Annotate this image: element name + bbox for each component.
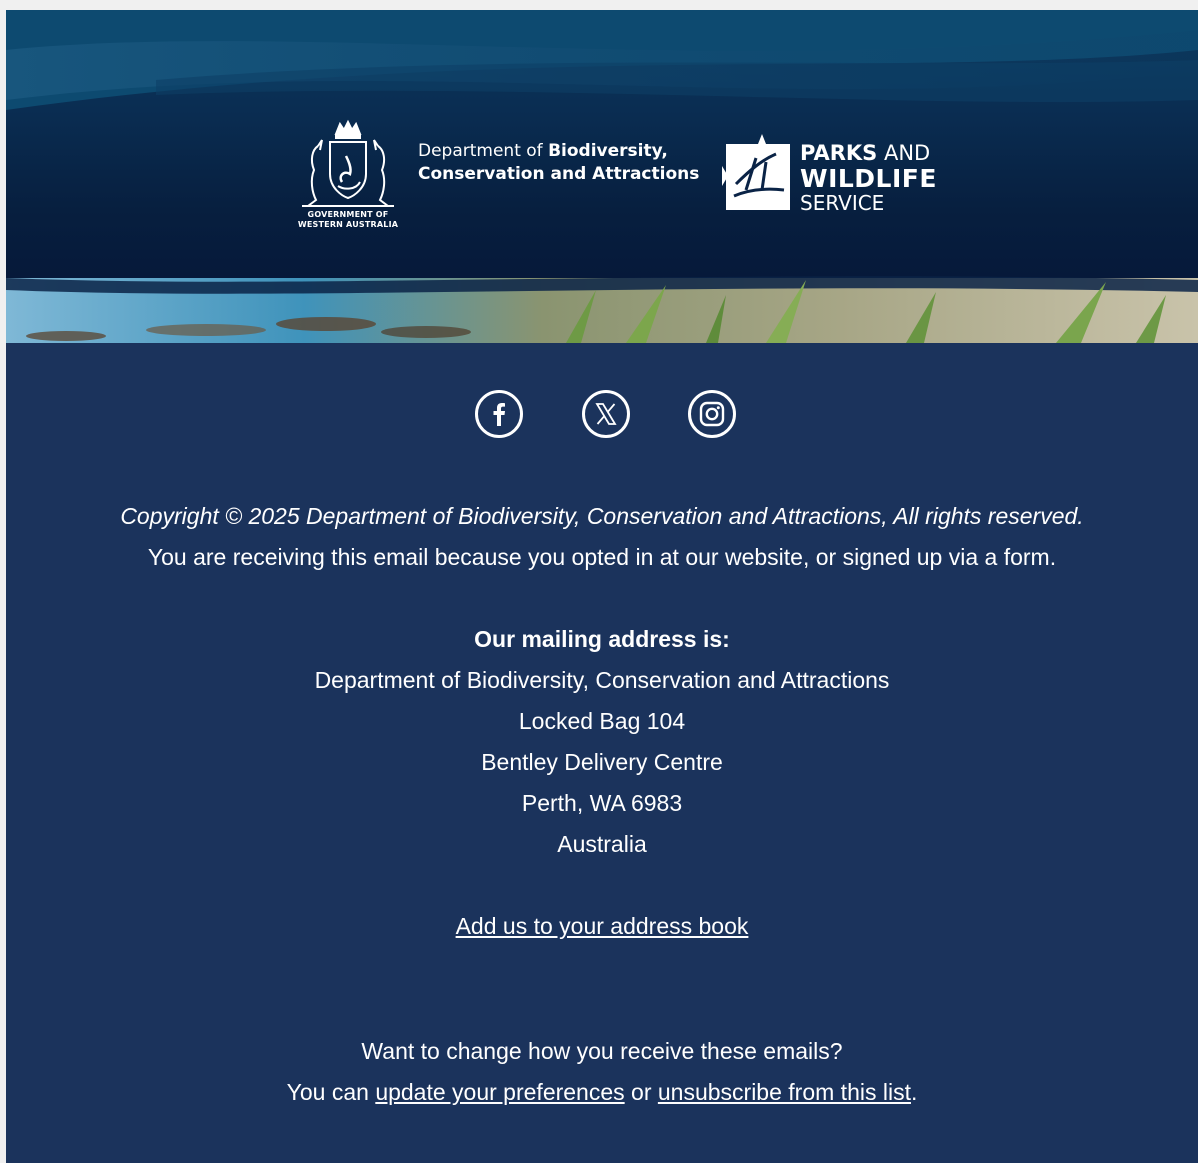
dept-line-2: Conservation and Attractions [418, 164, 700, 184]
dept-line-1-prefix: Department of [418, 141, 549, 161]
dept-line-1-bold: Biodiversity, [548, 141, 668, 161]
address-line: Department of Biodiversity, Conservation… [314, 667, 890, 693]
address-line: Locked Bag 104 [518, 708, 686, 734]
facebook-icon [493, 403, 505, 426]
copyright-text: Copyright © 2025 Department of Biodivers… [120, 503, 1084, 529]
update-preferences-link[interactable]: update your preferences [375, 1079, 624, 1105]
header-banner: GOVERNMENT OF WESTERN AUSTRALIA Departme… [6, 10, 1198, 343]
crest-caption-line-1: GOVERNMENT OF [307, 210, 389, 219]
change-suffix-text: . [910, 1079, 918, 1105]
crest-caption: GOVERNMENT OF WESTERN AUSTRALIA [288, 210, 408, 230]
email-footer-frame: GOVERNMENT OF WESTERN AUSTRALIA Departme… [6, 10, 1198, 1163]
social-links [6, 390, 1198, 442]
change-or-text: or [624, 1079, 658, 1105]
facebook-link[interactable] [475, 390, 523, 438]
pws-service: SERVICE [800, 191, 885, 215]
unsubscribe-link[interactable]: unsubscribe from this list [658, 1079, 911, 1105]
pws-parks: PARKS [800, 141, 878, 165]
department-name: Department of Biodiversity, Conservation… [418, 140, 699, 186]
address-line: Perth, WA 6983 [521, 790, 683, 816]
change-prefix-text: You can [286, 1079, 376, 1105]
opt-in-reason-text: You are receiving this email because you… [147, 544, 1057, 570]
instagram-link[interactable] [688, 390, 736, 438]
parks-wildlife-wordmark: PARKS AND WILDLIFE SERVICE [800, 141, 937, 216]
x-link[interactable] [582, 390, 630, 438]
logo-group: GOVERNMENT OF WESTERN AUSTRALIA Departme… [288, 116, 936, 236]
change-preferences-line: You can update your preferences or unsub… [6, 1072, 1198, 1113]
crest-caption-line-2: WESTERN AUSTRALIA [297, 220, 399, 229]
add-to-address-book-link[interactable]: Add us to your address book [456, 913, 749, 939]
footer-content: Copyright © 2025 Department of Biodivers… [6, 496, 1198, 1113]
instagram-icon [699, 401, 725, 427]
parks-wildlife-logo-icon [722, 134, 790, 210]
address-line: Australia [557, 831, 647, 857]
pws-wildlife: WILDLIFE [800, 164, 937, 193]
x-icon [595, 403, 617, 425]
change-preferences-question: Want to change how you receive these ema… [361, 1038, 843, 1064]
pws-and: AND [877, 141, 931, 165]
address-line: Bentley Delivery Centre [481, 749, 723, 775]
mailing-address-heading: Our mailing address is: [474, 626, 730, 652]
